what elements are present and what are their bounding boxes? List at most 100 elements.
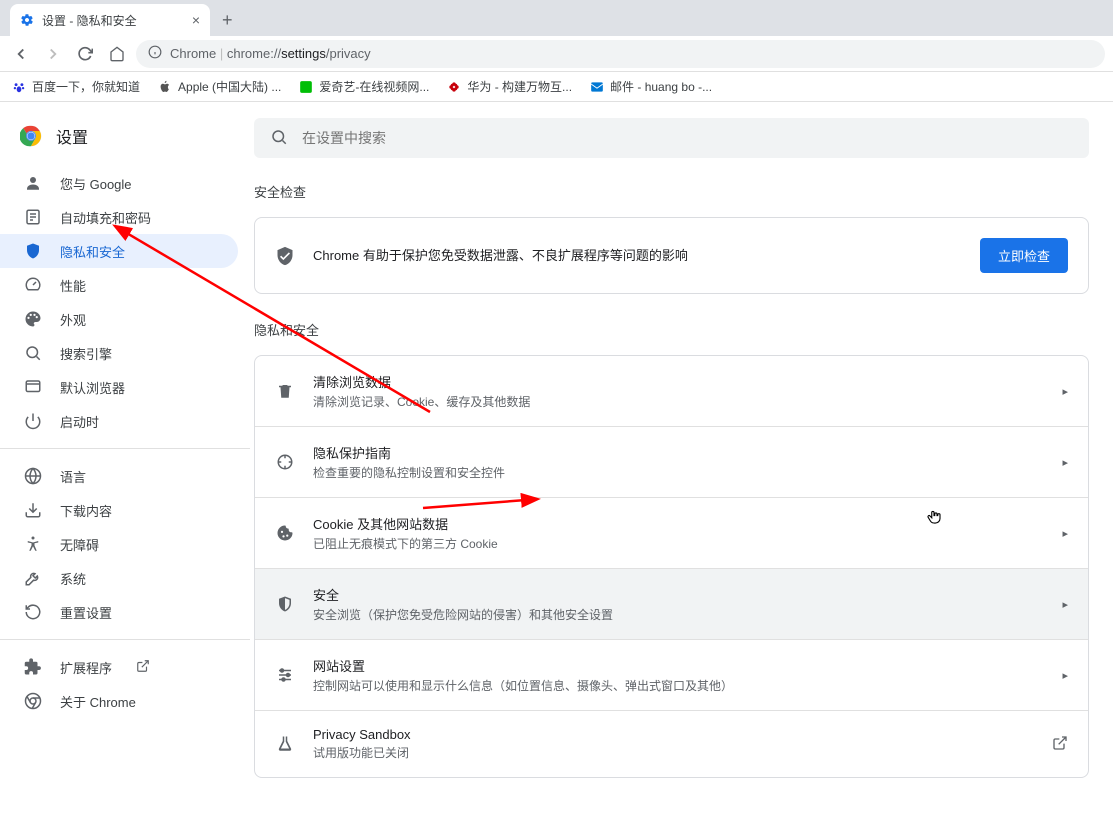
sidebar-item-label: 自动填充和密码: [60, 208, 151, 227]
search-icon: [24, 344, 42, 362]
forward-button[interactable]: [40, 41, 66, 67]
shield-icon: [24, 242, 42, 260]
row-desc: 已阻止无痕模式下的第三方 Cookie: [313, 535, 1044, 552]
sidebar-item-globe[interactable]: 语言: [0, 459, 238, 493]
shield-check-icon: [275, 246, 295, 266]
sidebar-item-label: 语言: [60, 467, 86, 486]
divider: [0, 448, 250, 449]
check-now-button[interactable]: 立即检查: [980, 238, 1068, 273]
sidebar-item-wrench[interactable]: 系统: [0, 561, 238, 595]
extension-icon: [24, 658, 42, 676]
external-link-icon: [1052, 735, 1068, 754]
site-info-icon[interactable]: [148, 45, 162, 62]
address-bar[interactable]: Chrome | chrome://settings/privacy: [136, 40, 1105, 68]
sidebar-item-download[interactable]: 下载内容: [0, 493, 238, 527]
sidebar-item-speed[interactable]: 性能: [0, 268, 238, 302]
row-title: Privacy Sandbox: [313, 727, 1034, 742]
sidebar-item-label: 隐私和安全: [60, 242, 125, 261]
safety-check-row: Chrome 有助于保护您免受数据泄露、不良扩展程序等问题的影响 立即检查: [255, 218, 1088, 293]
privacy-row-target[interactable]: 隐私保护指南检查重要的隐私控制设置和安全控件 ▸: [255, 427, 1088, 498]
palette-icon: [24, 310, 42, 328]
privacy-row-cookie[interactable]: Cookie 及其他网站数据已阻止无痕模式下的第三方 Cookie▸: [255, 498, 1088, 569]
sidebar-item-label: 下载内容: [60, 501, 112, 520]
browser-icon: [24, 378, 42, 396]
sidebar-item-accessibility[interactable]: 无障碍: [0, 527, 238, 561]
external-link-icon: [136, 659, 150, 676]
sidebar-item-search[interactable]: 搜索引擎: [0, 336, 238, 370]
chevron-right-icon: ▸: [1062, 456, 1068, 469]
reload-button[interactable]: [72, 41, 98, 67]
bookmark-label: 爱奇艺-在线视频网...: [319, 78, 429, 95]
cookie-icon: [275, 524, 295, 542]
bookmark-label: Apple (中国大陆) ...: [178, 78, 281, 95]
chevron-right-icon: ▸: [1062, 385, 1068, 398]
sidebar-item-label: 扩展程序: [60, 658, 112, 677]
bookmark-item[interactable]: 邮件 - huang bo -...: [590, 78, 712, 95]
back-button[interactable]: [8, 41, 34, 67]
sidebar-item-label: 系统: [60, 569, 86, 588]
close-icon[interactable]: ×: [192, 12, 200, 28]
privacy-row-shield[interactable]: 安全安全浏览（保护您免受危险网站的侵害）和其他安全设置▸: [255, 569, 1088, 640]
sidebar-item-autofill[interactable]: 自动填充和密码: [0, 200, 238, 234]
autofill-icon: [24, 208, 42, 226]
reset-icon: [24, 603, 42, 621]
bookmark-icon: [158, 80, 172, 94]
bookmark-label: 百度一下，你就知道: [32, 78, 140, 95]
settings-sidebar: 设置 您与 Google 自动填充和密码隐私和安全性能外观搜索引擎默认浏览器启动时…: [0, 102, 250, 824]
tune-icon: [275, 666, 295, 684]
settings-page: 设置 您与 Google 自动填充和密码隐私和安全性能外观搜索引擎默认浏览器启动时…: [0, 102, 1113, 824]
home-button[interactable]: [104, 41, 130, 67]
bookmark-item[interactable]: 百度一下，你就知道: [12, 78, 140, 95]
power-icon: [24, 412, 42, 430]
sidebar-item-browser[interactable]: 默认浏览器: [0, 370, 238, 404]
tab-title: 设置 - 隐私和安全: [42, 12, 137, 29]
privacy-row-flask[interactable]: Privacy Sandbox试用版功能已关闭: [255, 711, 1088, 777]
bookmark-item[interactable]: 爱奇艺-在线视频网...: [299, 78, 429, 95]
page-title: 设置: [56, 124, 88, 148]
privacy-row-tune[interactable]: 网站设置控制网站可以使用和显示什么信息（如位置信息、摄像头、弹出式窗口及其他） ▸: [255, 640, 1088, 711]
bookmark-icon: [447, 80, 461, 94]
trash-icon: [275, 382, 295, 400]
tab-strip: 设置 - 隐私和安全 × +: [0, 0, 1113, 36]
address-text: Chrome | chrome://settings/privacy: [170, 46, 371, 61]
sidebar-item-label: 性能: [60, 276, 86, 295]
sidebar-item-label: 启动时: [60, 412, 99, 431]
section-safety-check: 安全检查: [254, 182, 1089, 201]
sidebar-item-person[interactable]: 您与 Google: [0, 166, 238, 200]
settings-header: 设置: [0, 110, 250, 166]
sidebar-item-reset[interactable]: 重置设置: [0, 595, 238, 629]
search-icon: [270, 128, 288, 149]
row-title: 清除浏览数据: [313, 372, 1044, 391]
settings-search[interactable]: [254, 118, 1089, 158]
privacy-row-trash[interactable]: 清除浏览数据清除浏览记录、Cookie、缓存及其他数据▸: [255, 356, 1088, 427]
new-tab-button[interactable]: +: [210, 4, 245, 36]
sidebar-item-label: 搜索引擎: [60, 344, 112, 363]
bookmark-icon: [590, 80, 604, 94]
gear-icon: [20, 13, 34, 27]
chevron-right-icon: ▸: [1062, 669, 1068, 682]
bookmark-label: 华为 - 构建万物互...: [467, 78, 572, 95]
chrome-logo-icon: [20, 125, 42, 147]
chevron-right-icon: ▸: [1062, 598, 1068, 611]
sidebar-item-label: 无障碍: [60, 535, 99, 554]
row-desc: 控制网站可以使用和显示什么信息（如位置信息、摄像头、弹出式窗口及其他）: [313, 677, 1044, 694]
chrome-icon: [24, 692, 42, 710]
sidebar-item-label: 默认浏览器: [60, 378, 125, 397]
row-desc: 安全浏览（保护您免受危险网站的侵害）和其他安全设置: [313, 606, 1044, 623]
sidebar-item-power[interactable]: 启动时: [0, 404, 238, 438]
bookmark-item[interactable]: Apple (中国大陆) ...: [158, 78, 281, 95]
row-title: 网站设置: [313, 656, 1044, 675]
sidebar-item-palette[interactable]: 外观: [0, 302, 238, 336]
browser-toolbar: Chrome | chrome://settings/privacy: [0, 36, 1113, 72]
sidebar-item-chrome[interactable]: 关于 Chrome: [0, 684, 238, 718]
bookmark-item[interactable]: 华为 - 构建万物互...: [447, 78, 572, 95]
bookmark-icon: [299, 80, 313, 94]
privacy-card: 清除浏览数据清除浏览记录、Cookie、缓存及其他数据▸隐私保护指南检查重要的隐…: [254, 355, 1089, 778]
sidebar-item-shield[interactable]: 隐私和安全: [0, 234, 238, 268]
row-title: 隐私保护指南: [313, 443, 1044, 462]
browser-tab[interactable]: 设置 - 隐私和安全 ×: [10, 4, 210, 36]
safety-check-card: Chrome 有助于保护您免受数据泄露、不良扩展程序等问题的影响 立即检查: [254, 217, 1089, 294]
row-desc: 检查重要的隐私控制设置和安全控件: [313, 464, 1044, 481]
sidebar-item-extension[interactable]: 扩展程序: [0, 650, 238, 684]
search-input[interactable]: [302, 130, 1073, 146]
